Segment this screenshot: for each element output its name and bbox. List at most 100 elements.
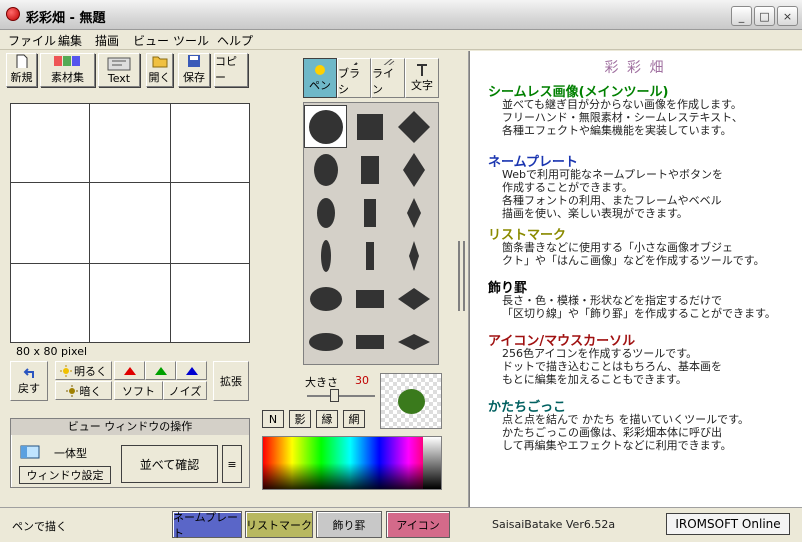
panel-splitter[interactable] xyxy=(455,51,469,507)
new-file-icon xyxy=(16,54,27,68)
tab-brush[interactable]: ブラシ xyxy=(337,58,371,98)
size-slider-track xyxy=(307,395,375,397)
grid-line xyxy=(89,104,90,342)
tab-line[interactable]: ライン xyxy=(371,58,405,98)
material-icon xyxy=(53,56,80,66)
darken-button[interactable]: 暗く xyxy=(55,381,112,400)
new-button[interactable]: 新規 xyxy=(6,53,37,87)
mode-mesh-button[interactable]: 網 xyxy=(343,410,365,428)
draw-tool-tabs: ペン ブラシ ライン 文字 xyxy=(303,58,439,98)
undo-button[interactable]: 戻す xyxy=(10,361,48,401)
feature-description: 長さ・色・模様・形状などを指定するだけで 「区切り線」や「飾り罫」を作成すること… xyxy=(502,294,776,320)
feature-description: 並べても継ぎ目が分からない画像を作成します。 フリーハンド・無限素材・シームレス… xyxy=(502,98,743,137)
grid-line xyxy=(170,104,171,342)
compare-button[interactable]: 並べて確認 xyxy=(121,445,218,483)
view-window-panel: ビュー ウィンドウの操作 一体型 ウィンドウ設定 並べて確認 ≡ xyxy=(10,418,250,488)
gray-ramp[interactable] xyxy=(423,437,441,489)
shape-cell[interactable] xyxy=(304,105,347,148)
rect-shape-icon xyxy=(360,155,379,184)
zoom-button[interactable]: 拡張 xyxy=(213,361,249,401)
sun-dark-icon xyxy=(65,384,78,397)
mode-normal-button[interactable]: N xyxy=(262,410,284,428)
color-palette[interactable] xyxy=(262,436,442,490)
shape-cell[interactable] xyxy=(392,277,435,320)
shape-cell[interactable] xyxy=(348,234,391,277)
view-panel-header: ビュー ウィンドウの操作 xyxy=(11,419,249,435)
size-slider-thumb[interactable] xyxy=(330,389,339,402)
copy-button[interactable]: コピー xyxy=(214,53,248,87)
save-button[interactable]: 保存 xyxy=(178,53,210,87)
tab-pen[interactable]: ペン xyxy=(303,58,337,98)
splitter-grip xyxy=(458,241,460,311)
rect-shape-icon xyxy=(356,113,383,140)
menu-draw[interactable]: 描画 xyxy=(95,32,119,49)
menu-help[interactable]: ヘルプ xyxy=(217,32,253,49)
shape-cell[interactable] xyxy=(304,277,347,320)
view-menu-button[interactable]: ≡ xyxy=(222,445,242,483)
app-tab[interactable]: アイコン xyxy=(386,511,450,538)
menu-view[interactable]: ビュー xyxy=(133,32,169,49)
diamond-shape-icon xyxy=(406,197,421,228)
shape-cell[interactable] xyxy=(392,191,435,234)
mode-shadow-button[interactable]: 影 xyxy=(289,410,311,428)
mode-edge-button[interactable]: 縁 xyxy=(316,410,338,428)
app-tab[interactable]: リストマーク xyxy=(245,511,313,538)
text-tool-icon xyxy=(107,57,131,71)
shape-cell[interactable] xyxy=(392,105,435,148)
window-settings-button[interactable]: ウィンドウ設定 xyxy=(19,466,111,484)
shape-cell[interactable] xyxy=(304,234,347,277)
shape-cell[interactable] xyxy=(348,191,391,234)
menu-file[interactable]: ファイル xyxy=(8,32,56,49)
menu-edit[interactable]: 編集 xyxy=(58,32,82,49)
shape-cell[interactable] xyxy=(392,320,435,363)
noise-button[interactable]: ノイズ xyxy=(163,381,207,400)
window-mode-label: 一体型 xyxy=(54,447,87,460)
online-button[interactable]: IROMSOFT Online xyxy=(666,513,790,535)
status-text: ペンで描く xyxy=(12,520,67,533)
grid-line xyxy=(11,182,249,183)
hue-gradient[interactable] xyxy=(263,437,423,489)
app-tab[interactable]: 飾り罫 xyxy=(316,511,382,538)
material-button[interactable]: 素材集 xyxy=(40,53,95,87)
shape-cell[interactable] xyxy=(392,234,435,277)
feature-description: 点と点を結んで かたち を描いていくツールです。 かたちごっこの画像は、彩彩畑本… xyxy=(502,413,750,452)
soft-button[interactable]: ソフト xyxy=(114,381,163,400)
shape-cell[interactable] xyxy=(348,105,391,148)
shape-cell[interactable] xyxy=(348,148,391,191)
blue-triangle-icon xyxy=(185,366,198,375)
open-button[interactable]: 開く xyxy=(146,53,173,87)
canvas-preview[interactable] xyxy=(10,103,250,343)
grid-line xyxy=(11,263,249,264)
pen-preview xyxy=(380,373,442,429)
brighten-button[interactable]: 明るく xyxy=(55,361,112,380)
minimize-button[interactable]: _ xyxy=(731,6,752,26)
window-title: 彩彩畑 - 無題 xyxy=(26,11,106,26)
ellipse-shape-icon xyxy=(316,197,335,228)
menu-bar: ファイル 編集 描画 ビュー ツール ヘルプ xyxy=(0,30,802,50)
diamond-shape-icon xyxy=(397,110,430,143)
feature-description: 箇条書きなどに使用する「小さな画像オブジェ クト」や「はんこ画像」などを作成する… xyxy=(502,241,765,267)
pen-color-dot xyxy=(398,389,425,414)
close-button[interactable]: × xyxy=(777,6,798,26)
shape-cell[interactable] xyxy=(304,320,347,363)
canvas-size-label: 80 x 80 pixel xyxy=(16,345,88,358)
menu-tool[interactable]: ツール xyxy=(173,32,209,49)
tab-character[interactable]: 文字 xyxy=(405,58,439,98)
info-panel: 彩 彩 畑 シームレス画像(メインツール) 並べても継ぎ目が分からない画像を作成し… xyxy=(469,51,802,507)
green-triangle-icon xyxy=(154,366,167,375)
ellipse-shape-icon xyxy=(320,239,331,272)
sun-icon xyxy=(60,364,72,377)
shape-cell[interactable] xyxy=(304,148,347,191)
red-channel-button[interactable] xyxy=(114,361,145,380)
shape-cell[interactable] xyxy=(348,277,391,320)
app-tab[interactable]: ネームプレート xyxy=(172,511,242,540)
blue-channel-button[interactable] xyxy=(176,361,207,380)
ellipse-shape-icon xyxy=(308,332,343,351)
green-channel-button[interactable] xyxy=(145,361,176,380)
shape-cell[interactable] xyxy=(392,148,435,191)
splitter-grip xyxy=(463,241,465,311)
shape-cell[interactable] xyxy=(348,320,391,363)
maximize-button[interactable]: □ xyxy=(754,6,775,26)
shape-cell[interactable] xyxy=(304,191,347,234)
text-button[interactable]: Text xyxy=(98,53,140,87)
